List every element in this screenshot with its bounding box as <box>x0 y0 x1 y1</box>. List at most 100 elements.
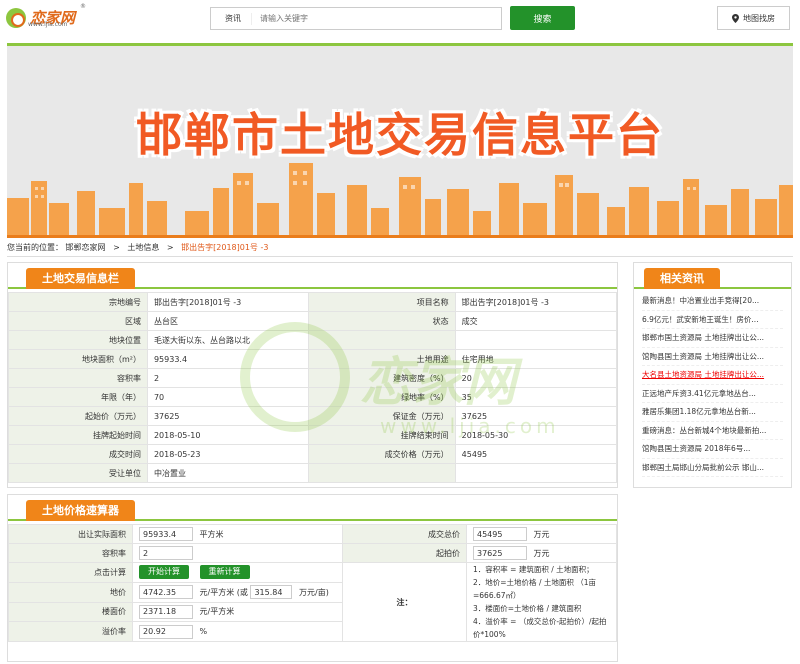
related-news-item[interactable]: 馆陶县国土资源局 2018年6号... <box>642 440 783 459</box>
floor-price-input[interactable] <box>139 604 193 619</box>
note-list: 1．容积率 = 建筑面积 / 土地面积； 2．地价=土地价格 / 土地面积 （1… <box>466 562 617 642</box>
breadcrumb-prefix: 您当前的位置： <box>7 243 63 252</box>
breadcrumb-divider <box>7 256 793 257</box>
start-calc-button[interactable]: 开始计算 <box>139 565 189 580</box>
floor-price-cell: 元/平方米 <box>132 601 343 623</box>
field-value <box>454 463 618 483</box>
field-value: 37625 <box>146 406 310 426</box>
land-info-row: 挂牌起始时间 2018-05-10 挂牌结束时间 2018-05-30 <box>8 425 618 445</box>
map-pin-icon <box>732 13 739 23</box>
total-price-unit: 万元 <box>533 529 550 539</box>
land-info-title: 土地交易信息栏 <box>26 268 135 289</box>
related-news-item[interactable]: 最新消息！中冶置业出手竞得[20... <box>642 292 783 311</box>
land-info-row: 地块面积（m²） 95933.4 土地用途 住宅用地 <box>8 349 618 369</box>
field-value: 45495 <box>454 444 618 464</box>
search-type-select[interactable]: 资讯 <box>211 12 252 25</box>
search-button[interactable]: 搜索 <box>510 6 575 30</box>
search-input[interactable] <box>252 14 452 23</box>
land-info-row: 区域 丛台区 状态 成交 <box>8 311 618 331</box>
map-search-button[interactable]: 地图找房 <box>717 6 790 30</box>
related-news-panel: 相关资讯 最新消息！中冶置业出手竞得[20... 6.9亿元！武安新地王诞生！房价… <box>633 262 792 488</box>
note-item: 4．溢价率 = （成交总价-起拍价）/起拍价*100% <box>473 617 607 639</box>
registered-mark: ® <box>80 3 86 10</box>
field-label: 起始价（万元） <box>8 406 148 426</box>
related-news-item[interactable]: 6.9亿元！武安新地王诞生！房价... <box>642 311 783 329</box>
area-label: 出让实际面积 <box>8 524 133 544</box>
field-value: 住宅用地 <box>454 349 618 369</box>
field-value: 2 <box>146 368 310 388</box>
related-news-item[interactable]: 重磅消息：丛台新城4个地块最新拍... <box>642 422 783 440</box>
field-value: 邯出告字[2018]01号 -3 <box>146 292 310 312</box>
banner: 邯郸市土地交易信息平台 <box>7 43 793 238</box>
field-label: 土地用途 <box>308 349 456 369</box>
floor-price-label: 楼面价 <box>8 601 133 623</box>
field-value: 邯出告字[2018]01号 -3 <box>454 292 618 312</box>
field-value: 95933.4 <box>146 349 310 369</box>
calc-buttons-cell: 开始计算 重新计算 <box>132 562 343 583</box>
field-value: 2018-05-10 <box>146 425 310 445</box>
land-price-input[interactable] <box>139 585 193 600</box>
field-value: 丛台区 <box>146 311 310 331</box>
map-button-label: 地图找房 <box>743 13 775 23</box>
city-skyline-illustration <box>7 163 793 238</box>
note-label: 注： <box>342 562 467 642</box>
total-price-cell: 万元 <box>466 524 617 544</box>
price-calculator-panel: 土地价格速算器 出让实际面积 平方米 成交总价 万元 容积率 起拍价 万元 <box>7 494 618 662</box>
field-label: 年限（年） <box>8 387 148 407</box>
total-price-input[interactable] <box>473 527 527 541</box>
field-label <box>308 463 456 483</box>
related-news-item[interactable]: 邯郸国土局邯山分局批前公示 邯山... <box>642 459 783 477</box>
field-label: 宗地编号 <box>8 292 148 312</box>
far-input[interactable] <box>139 546 193 560</box>
field-value: 中冶置业 <box>146 463 310 483</box>
top-bar: 恋家网 ® www.ljia.com 资讯 搜索 地图找房 <box>0 0 800 38</box>
start-price-input[interactable] <box>473 546 527 560</box>
field-value: 20 <box>454 368 618 388</box>
land-price-label: 地价 <box>8 581 133 603</box>
far-cell <box>132 543 343 563</box>
breadcrumb-separator: > <box>166 243 174 252</box>
field-label: 成交时间 <box>8 444 148 464</box>
land-info-row: 起始价（万元） 37625 保证金（万元） 37625 <box>8 406 618 426</box>
field-label: 地块面积（m²） <box>8 349 148 369</box>
floor-price-unit: 元/平方米 <box>199 607 235 617</box>
related-news-item[interactable]: 雅居乐集团1.18亿元拿地丛台新... <box>642 403 783 422</box>
breadcrumb-link-land-info[interactable]: 土地信息 <box>127 243 159 252</box>
premium-input[interactable] <box>139 624 193 639</box>
start-price-label: 起拍价 <box>342 543 467 563</box>
field-label: 保证金（万元） <box>308 406 456 426</box>
land-price-unit: 元/平方米 (或 <box>199 587 248 597</box>
breadcrumb-link-home[interactable]: 邯郸恋家网 <box>66 243 106 252</box>
field-label: 受让单位 <box>8 463 148 483</box>
breadcrumb: 您当前的位置： 邯郸恋家网 > 土地信息 > 邯出告字[2018]01号 -3 <box>7 242 268 253</box>
field-label: 容积率 <box>8 368 148 388</box>
panel-header: 土地交易信息栏 <box>8 263 617 289</box>
area-input[interactable] <box>139 527 193 541</box>
premium-label: 溢价率 <box>8 621 133 642</box>
snail-logo-icon <box>6 8 26 28</box>
related-news-item[interactable]: 馆陶县国土资源局 土地挂牌出让公... <box>642 348 783 366</box>
related-news-item[interactable]: 大名县土地资源局 土地挂牌出让公... <box>642 366 783 385</box>
breadcrumb-separator: > <box>113 243 120 252</box>
related-news-item[interactable]: 正远地产斥资3.41亿元拿地丛台... <box>642 385 783 403</box>
land-price-mu-input[interactable] <box>250 585 293 600</box>
reset-calc-button[interactable]: 重新计算 <box>199 565 250 580</box>
breadcrumb-current[interactable]: 邯出告字[2018]01号 -3 <box>181 243 268 252</box>
search-box: 资讯 <box>210 7 502 30</box>
land-info-row: 宗地编号 邯出告字[2018]01号 -3 项目名称 邯出告字[2018]01号 -3 <box>8 292 618 312</box>
land-price-mu-unit: 万元/亩) <box>299 587 329 597</box>
note-item: 2．地价=土地价格 / 土地面积 （1亩=666.67㎡） <box>473 578 597 600</box>
field-label: 区域 <box>8 311 148 331</box>
note-item: 1．容积率 = 建筑面积 / 土地面积； <box>473 565 594 574</box>
calculator-title: 土地价格速算器 <box>26 500 135 521</box>
panel-header: 相关资讯 <box>634 263 791 289</box>
calculator-table: 出让实际面积 平方米 成交总价 万元 容积率 起拍价 万元 点击计算 <box>8 524 617 642</box>
land-info-row: 成交时间 2018-05-23 成交价格（万元） 45495 <box>8 444 618 464</box>
field-label: 项目名称 <box>308 292 456 312</box>
related-news-title: 相关资讯 <box>644 268 720 289</box>
related-news-item[interactable]: 邯郸市国土资源局 土地挂牌出让公... <box>642 329 783 348</box>
area-cell: 平方米 <box>132 524 343 544</box>
logo-url: www.ljia.com <box>28 21 68 28</box>
land-info-row: 受让单位 中冶置业 <box>8 463 618 483</box>
land-info-row: 容积率 2 建筑密度（%） 20 <box>8 368 618 388</box>
